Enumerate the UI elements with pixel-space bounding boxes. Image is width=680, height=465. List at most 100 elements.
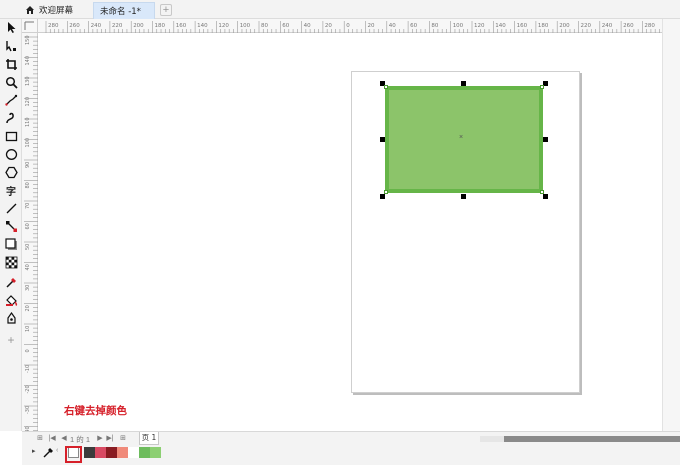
text-tool-icon[interactable]: 字 [3, 182, 19, 198]
color-swatch[interactable] [128, 447, 139, 458]
document-tab-bar: 欢迎屏幕 未命名 -1* + [0, 0, 680, 19]
freehand-tool-icon[interactable] [3, 92, 19, 108]
ruler-label: -30 [25, 406, 31, 414]
ruler-label: 30 [25, 285, 31, 291]
ruler-label: 40 [25, 264, 31, 270]
tab-document[interactable]: 未命名 -1* [93, 2, 155, 19]
vertical-ruler[interactable]: 150 140 130 120 110 100 90 80 70 60 50 40 30 20 10 0 -10… [22, 33, 38, 431]
color-swatch[interactable] [106, 447, 117, 458]
ruler-label: 20 [368, 23, 375, 29]
artistic-media-tool-icon[interactable] [3, 110, 19, 126]
shape-node-bottom-left[interactable] [384, 190, 388, 194]
color-swatch[interactable] [150, 447, 161, 458]
tab-welcome-screen[interactable]: 欢迎屏幕 [22, 2, 90, 18]
home-icon [26, 6, 34, 14]
ruler-label: 220 [112, 23, 123, 29]
color-swatch[interactable] [139, 447, 150, 458]
transparency-tool-icon[interactable] [3, 254, 19, 270]
next-page-icon[interactable]: ▶ [96, 434, 104, 444]
pick-tool-icon[interactable] [3, 19, 19, 35]
ruler-corner-icon [24, 21, 34, 30]
ruler-label: 20 [325, 23, 332, 29]
connector-tool-icon[interactable] [3, 218, 19, 234]
shape-node-bottom-right[interactable] [540, 190, 544, 194]
palette-scroll-left-icon[interactable]: ‹ [56, 447, 58, 454]
color-swatch[interactable] [117, 447, 128, 458]
ruler-label: 40 [304, 23, 311, 29]
zoom-tool-icon[interactable] [3, 74, 19, 90]
add-page-after-icon[interactable]: ⊞ [119, 434, 127, 444]
line-tool-icon[interactable] [3, 200, 19, 216]
ruler-label: 200 [559, 23, 570, 29]
ruler-label: 80 [25, 182, 31, 188]
selection-handle-bottom-right[interactable] [543, 194, 548, 199]
page-count-text: 1 的 1 [70, 435, 91, 444]
shape-center-marker[interactable]: × [459, 134, 463, 141]
ellipse-tool-icon[interactable] [3, 146, 19, 162]
eyedropper-tool-icon[interactable] [3, 274, 19, 290]
green-rectangle-shape[interactable] [385, 86, 543, 193]
ruler-origin-corner[interactable] [22, 19, 38, 33]
selection-handle-top[interactable] [461, 81, 466, 86]
ruler-label: 50 [25, 244, 31, 250]
palette-menu-arrow-icon[interactable]: ▸ [32, 447, 36, 455]
vertical-scrollbar[interactable] [662, 19, 680, 431]
ruler-label: 140 [197, 23, 208, 29]
selected-swatch-highlight [65, 446, 82, 463]
previous-page-icon[interactable]: ◀ [60, 434, 68, 444]
ruler-label: 120 [218, 23, 229, 29]
selection-handle-bottom-left[interactable] [380, 194, 385, 199]
ruler-label: 60 [410, 23, 417, 29]
ruler-label: 100 [453, 23, 464, 29]
ruler-label: 280 [644, 23, 655, 29]
horizontal-ruler[interactable]: 280 260 240 220 200 180 160 140 120 100 80 60 40 20 0 2… [38, 19, 662, 33]
ruler-label: 160 [176, 23, 187, 29]
tab-document-label: 未命名 -1* [100, 7, 141, 17]
color-swatch[interactable] [84, 447, 95, 458]
last-page-icon[interactable]: ▶| [106, 434, 114, 444]
annotation-text: 右键去掉颜色 [64, 405, 127, 417]
tab-page-1[interactable]: 页 1 [139, 432, 159, 445]
polygon-tool-icon[interactable] [3, 164, 19, 180]
horizontal-scrollbar-thumb[interactable] [504, 436, 680, 442]
selection-handle-right[interactable] [543, 137, 548, 142]
horizontal-ruler-ticks: 280 260 240 220 200 180 160 140 120 100 80 60 40 20 0 2… [45, 21, 660, 33]
shape-node-top-right[interactable] [540, 85, 544, 89]
selection-handle-bottom[interactable] [461, 194, 466, 199]
add-tool-label: + [7, 333, 15, 347]
shape-node-top-left[interactable] [384, 85, 388, 89]
ruler-label: 60 [25, 223, 31, 229]
ruler-label: 140 [495, 23, 506, 29]
palette-eyedropper-icon[interactable] [42, 446, 55, 459]
ruler-label: 100 [240, 23, 251, 29]
drop-shadow-tool-icon[interactable] [3, 236, 19, 252]
ruler-label: 10 [25, 326, 31, 332]
ruler-label: 0 [25, 349, 31, 352]
document-palette: ▸ ‹ [22, 445, 680, 465]
ruler-label: 260 [69, 23, 80, 29]
ruler-label: 260 [623, 23, 634, 29]
text-tool-label: 字 [6, 186, 16, 198]
ruler-label: -10 [25, 365, 31, 373]
ruler-label: 180 [155, 23, 166, 29]
ruler-label: 240 [602, 23, 613, 29]
smart-fill-tool-icon[interactable] [3, 310, 19, 326]
ruler-label: 80 [261, 23, 268, 29]
ruler-label: 240 [91, 23, 102, 29]
ruler-label: 120 [474, 23, 485, 29]
add-tab-button[interactable]: + [160, 4, 172, 16]
ruler-label: -20 [25, 385, 31, 393]
first-page-icon[interactable]: |◀ [48, 434, 56, 444]
color-swatch[interactable] [95, 447, 106, 458]
crop-tool-icon[interactable] [3, 56, 19, 72]
selection-handle-left[interactable] [380, 137, 385, 142]
vertical-ruler-ticks: 1501401301201101009080706050403020100-10… [24, 35, 38, 431]
interactive-fill-tool-icon[interactable] [3, 292, 19, 308]
rectangle-tool-icon[interactable] [3, 128, 19, 144]
tab-welcome-label: 欢迎屏幕 [39, 6, 74, 16]
ruler-label: 70 [25, 203, 31, 209]
shape-tool-icon[interactable] [3, 38, 19, 54]
add-page-before-icon[interactable]: ⊞ [36, 434, 44, 444]
drawing-canvas[interactable]: × 右键去掉颜色 [38, 33, 662, 431]
add-tool-button[interactable]: + [3, 332, 19, 348]
